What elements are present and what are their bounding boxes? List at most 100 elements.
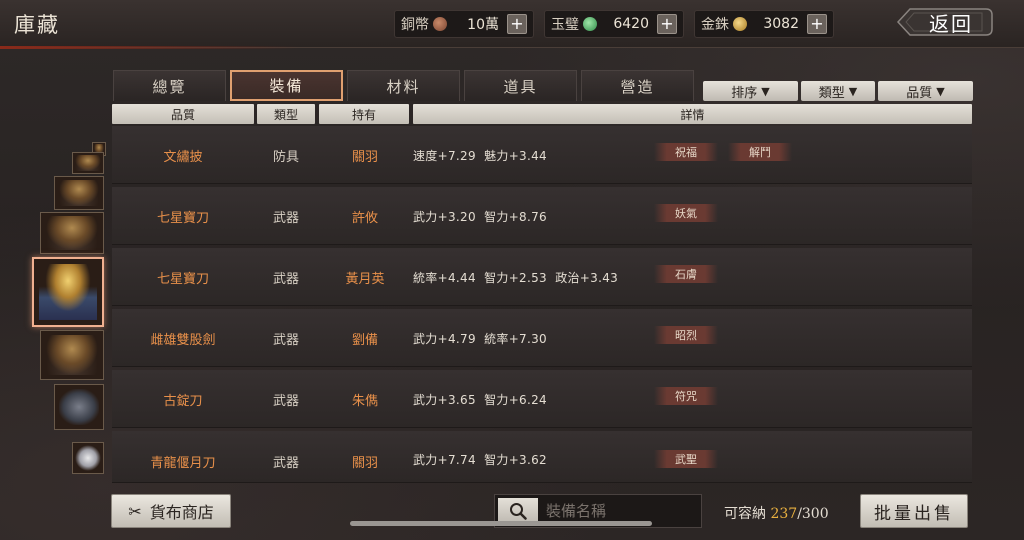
item-name: 七星寶刀: [156, 271, 209, 287]
quality-dropdown[interactable]: 品質 ▼: [878, 81, 973, 101]
filter-label: 排序: [731, 85, 758, 101]
shop-icon: ✂: [128, 501, 142, 521]
table-row[interactable]: 雌雄雙股劍 武器 劉備 武力+4.79 統率+7.30 昭烈: [112, 309, 972, 367]
armor-icon: [58, 179, 100, 207]
search-input[interactable]: [546, 502, 696, 520]
capacity-indicator: 可容納 237/300: [724, 503, 829, 523]
table-row[interactable]: 七星寶刀 武器 黃月英 統率+4.44 智力+2.53 政治+3.43 石膚: [112, 248, 972, 306]
item-name: 雌雄雙股劍: [150, 332, 216, 348]
item-type: 武器: [272, 271, 299, 287]
currency-shop-button[interactable]: ✂ 貨布商店: [111, 494, 231, 528]
tab-equipment[interactable]: 裝備: [230, 70, 343, 101]
chevron-down-icon: ▼: [848, 84, 858, 98]
table-row[interactable]: 文繡披 防具 關羽 速度+7.29 魅力+3.44 祝福 解鬥: [112, 126, 972, 184]
capacity-label: 可容納: [724, 506, 766, 522]
armor-icon: [75, 154, 101, 172]
thumbnail[interactable]: [72, 152, 104, 174]
table-row[interactable]: 青龍偃月刀 武器 關羽 武力+7.74 智力+3.62 武聖: [112, 431, 972, 483]
trait-tag: 石膚: [654, 265, 718, 283]
filter-label: 類型: [818, 85, 845, 101]
chevron-down-icon: ▼: [936, 84, 945, 98]
jade-coin-icon: [583, 17, 597, 31]
item-stats: 武力+7.74 智力+3.62: [413, 452, 547, 467]
shop-label: 貨布商店: [149, 503, 214, 522]
thumbnail[interactable]: [40, 212, 104, 254]
copper-coin-icon: [433, 17, 447, 31]
item-type: 武器: [272, 332, 299, 348]
item-tags: 昭烈: [654, 326, 718, 344]
chevron-down-icon: ▼: [761, 84, 770, 98]
tab-items[interactable]: 道具: [464, 70, 577, 101]
currency-label: 玉璧: [551, 17, 579, 33]
currency-value: 3082: [763, 16, 799, 32]
tab-construction[interactable]: 營造: [581, 70, 694, 101]
filter-label: 品質: [906, 85, 933, 101]
trait-tag: 符咒: [654, 387, 718, 405]
type-dropdown[interactable]: 類型 ▼: [801, 81, 875, 101]
thumbnail[interactable]: [54, 176, 104, 210]
item-name: 文繡披: [163, 149, 203, 165]
trait-tag: 妖氣: [654, 204, 718, 222]
table-row[interactable]: 古錠刀 武器 朱儁 武力+3.65 智力+6.24 符咒: [112, 370, 972, 428]
add-gold-button[interactable]: +: [807, 14, 827, 34]
item-owner: 劉備: [351, 332, 378, 348]
item-tags: 武聖: [654, 450, 718, 468]
armor-icon: [39, 264, 97, 320]
trait-tag: 祝福: [654, 143, 718, 161]
home-indicator[interactable]: [350, 521, 652, 526]
back-label: 返回: [929, 11, 973, 36]
armor-icon: [45, 216, 99, 250]
table-row[interactable]: 七星寶刀 武器 許攸 武力+3.20 智力+8.76 妖氣: [112, 187, 972, 245]
item-type: 武器: [272, 455, 299, 471]
currency-jade: 玉璧 6420 +: [544, 10, 684, 38]
equipment-thumbnail-list: [0, 130, 110, 480]
armor-icon: [45, 334, 99, 376]
item-tags: 符咒: [654, 387, 718, 405]
column-header-type[interactable]: 類型: [257, 104, 315, 124]
item-owner: 關羽: [351, 149, 378, 165]
item-name: 古錠刀: [163, 393, 203, 409]
thumbnail[interactable]: [40, 330, 104, 380]
item-owner: 許攸: [351, 210, 378, 226]
gold-coin-icon: [733, 17, 747, 31]
bulk-sell-button[interactable]: 批量出售: [860, 494, 968, 528]
column-header-details[interactable]: 詳情: [413, 104, 972, 124]
column-header-owner[interactable]: 持有: [319, 104, 409, 124]
tab-overview[interactable]: 總覽: [113, 70, 226, 101]
thumbnail[interactable]: [54, 384, 104, 430]
item-tags: 祝福 解鬥: [654, 143, 792, 161]
item-owner: 黃月英: [345, 271, 385, 287]
item-stats: 武力+4.79 統率+7.30: [413, 331, 547, 346]
item-stats: 武力+3.20 智力+8.76: [413, 209, 547, 224]
tab-materials[interactable]: 材料: [347, 70, 460, 101]
item-type: 武器: [272, 393, 299, 409]
thumbnail-selected[interactable]: [32, 257, 104, 327]
capacity-max: /300: [797, 506, 829, 522]
trait-tag: 武聖: [654, 450, 718, 468]
back-button[interactable]: 返回: [896, 6, 996, 38]
add-jade-button[interactable]: +: [657, 14, 677, 34]
item-name: 青龍偃月刀: [150, 455, 216, 471]
top-bar: 庫藏 銅幣 10萬 + 玉璧 6420 + 金銖 3082 + 返回: [0, 0, 1024, 49]
currency-label: 銅幣: [401, 17, 429, 33]
add-copper-button[interactable]: +: [507, 14, 527, 34]
sort-dropdown[interactable]: 排序 ▼: [703, 81, 798, 101]
item-type: 武器: [272, 210, 299, 226]
item-stats: 武力+3.65 智力+6.24: [413, 392, 547, 407]
currency-copper: 銅幣 10萬 +: [394, 10, 534, 38]
thumbnail[interactable]: [72, 442, 104, 474]
currency-value: 10萬: [467, 17, 499, 33]
currency-gold: 金銖 3082 +: [694, 10, 834, 38]
item-owner: 朱儁: [351, 393, 378, 409]
robe-icon: [58, 388, 100, 426]
item-stats: 統率+4.44 智力+2.53 政治+3.43: [413, 270, 619, 285]
item-owner: 關羽: [351, 455, 378, 471]
item-tags: 石膚: [654, 265, 718, 283]
trait-tag: 昭烈: [654, 326, 718, 344]
item-tags: 妖氣: [654, 204, 718, 222]
column-header-quality[interactable]: 品質: [112, 104, 254, 124]
capacity-current: 237: [770, 506, 798, 522]
page-title: 庫藏: [14, 13, 60, 37]
trait-tag: 解鬥: [728, 143, 792, 161]
item-type: 防具: [272, 149, 299, 165]
